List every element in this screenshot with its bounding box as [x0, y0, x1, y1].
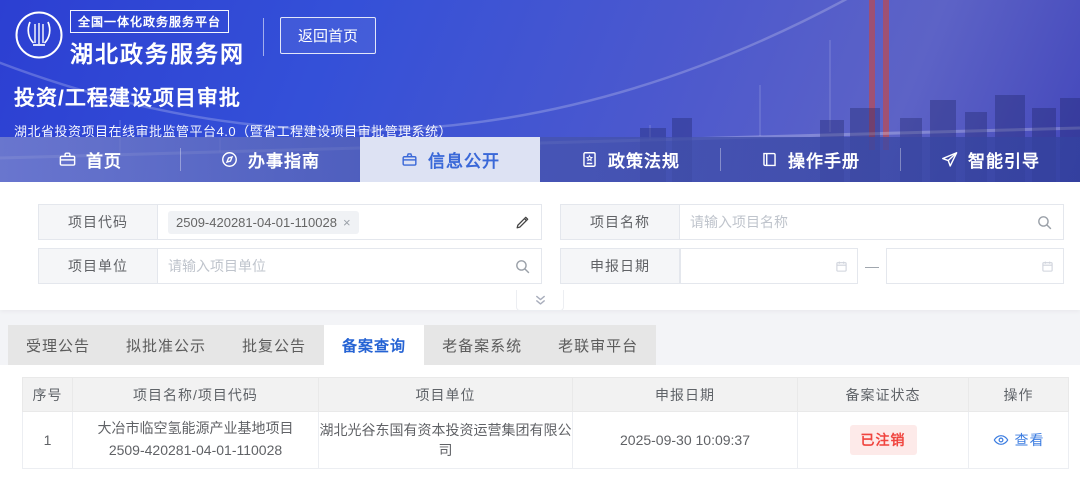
- date-range-separator: —: [865, 258, 879, 274]
- project-code-label: 项目代码: [38, 204, 158, 240]
- declare-date-end-input[interactable]: [886, 248, 1064, 284]
- nav-item-info-disclosure[interactable]: 信息公开: [360, 137, 540, 182]
- tab-record-query[interactable]: 备案查询: [324, 325, 425, 365]
- guide-icon: [222, 152, 237, 167]
- collapse-form-button[interactable]: [516, 290, 564, 311]
- project-code-text: 2509-420281-04-01-110028: [108, 442, 283, 458]
- col-declare-date: 申报日期: [572, 377, 798, 412]
- search-icon[interactable]: [1036, 214, 1053, 231]
- results-panel: 序号 项目名称/项目代码 项目单位 申报日期 备案证状态 操作 1 大冶市临空氢…: [0, 365, 1080, 486]
- eye-icon: [993, 434, 1008, 445]
- project-name-text: 大冶市临空氢能源产业基地项目: [97, 420, 294, 437]
- nav-item-home[interactable]: 首页: [0, 137, 180, 182]
- col-index: 序号: [22, 377, 73, 412]
- brand-divider: [263, 18, 264, 56]
- nav-label: 智能引导: [968, 152, 1040, 171]
- table-row: 1 大冶市临空氢能源产业基地项目 2509-420281-04-01-11002…: [22, 411, 1069, 469]
- status-badge: 已注销: [849, 425, 917, 455]
- cell-action: 查看: [968, 411, 1069, 469]
- tab-old-joint-review[interactable]: 老联审平台: [540, 325, 657, 365]
- nav-item-guide[interactable]: 办事指南: [180, 137, 360, 182]
- smart-guide-icon: [942, 152, 958, 167]
- search-icon[interactable]: [514, 258, 531, 275]
- declare-date-field: 申报日期 —: [560, 248, 1064, 284]
- col-project-name-code: 项目名称/项目代码: [72, 377, 319, 412]
- tab-old-record-system[interactable]: 老备案系统: [424, 325, 541, 365]
- declare-date-start-input[interactable]: [680, 248, 858, 284]
- calendar-icon: [1042, 261, 1053, 272]
- project-code-input[interactable]: 2509-420281-04-01-110028 ×: [158, 204, 542, 240]
- search-form: 项目代码 2509-420281-04-01-110028 × 项目名称 项目单…: [0, 182, 1080, 311]
- declare-date-label: 申报日期: [560, 248, 680, 284]
- view-link[interactable]: 查看: [993, 430, 1045, 450]
- cell-project-name-code: 大冶市临空氢能源产业基地项目 2509-420281-04-01-110028: [72, 411, 319, 469]
- project-name-label: 项目名称: [560, 204, 680, 240]
- project-code-tag: 2509-420281-04-01-110028 ×: [168, 210, 359, 234]
- cell-project-unit: 湖北光谷东国有资本投资运营集团有限公司: [318, 411, 573, 469]
- col-project-unit: 项目单位: [318, 377, 573, 412]
- calendar-icon: [836, 261, 847, 272]
- record-tabs: 受理公告 拟批准公示 批复公告 备案查询 老备案系统 老联审平台: [0, 325, 1080, 365]
- nav-item-smart-guide[interactable]: 智能引导: [900, 137, 1080, 182]
- nav-label: 首页: [86, 152, 122, 171]
- project-unit-field: 项目单位: [38, 248, 542, 284]
- nav-item-manual[interactable]: 操作手册: [720, 137, 900, 182]
- project-unit-input[interactable]: [168, 258, 514, 274]
- brand-text: 全国一体化政务服务平台 湖北政务服务网: [70, 10, 245, 69]
- platform-badge: 全国一体化政务服务平台: [70, 10, 230, 33]
- col-record-status: 备案证状态: [797, 377, 969, 412]
- site-logo: [14, 10, 64, 60]
- site-header: 全国一体化政务服务平台 湖北政务服务网 返回首页 投资/工程建设项目审批 湖北省…: [0, 0, 1080, 182]
- brand-row: 全国一体化政务服务平台 湖北政务服务网 返回首页: [14, 10, 1080, 69]
- info-disclosure-icon: [402, 153, 417, 166]
- nav-label: 信息公开: [428, 152, 500, 171]
- main-nav: 首页 办事指南 信息公开 政策法规 操作手册 智能引导: [0, 137, 1080, 182]
- cell-declare-date: 2025-09-30 10:09:37: [572, 411, 798, 469]
- tab-acceptance-notice[interactable]: 受理公告: [8, 325, 109, 365]
- project-code-field: 项目代码 2509-420281-04-01-110028 ×: [38, 204, 542, 240]
- col-action: 操作: [968, 377, 1069, 412]
- page-title: 投资/工程建设项目审批: [14, 87, 241, 110]
- home-icon: [59, 152, 76, 166]
- project-name-input[interactable]: [690, 214, 1036, 230]
- nav-label: 政策法规: [608, 152, 680, 171]
- edit-pencil-icon[interactable]: [514, 214, 531, 231]
- tab-proposed-approval[interactable]: 拟批准公示: [108, 325, 225, 365]
- table-header-row: 序号 项目名称/项目代码 项目单位 申报日期 备案证状态 操作: [22, 377, 1069, 412]
- back-home-button[interactable]: 返回首页: [280, 17, 377, 54]
- nav-label: 操作手册: [788, 152, 860, 171]
- nav-label: 办事指南: [248, 152, 320, 171]
- results-table: 序号 项目名称/项目代码 项目单位 申报日期 备案证状态 操作 1 大冶市临空氢…: [22, 377, 1069, 469]
- cell-index: 1: [22, 411, 73, 469]
- tag-remove-icon[interactable]: ×: [343, 216, 351, 229]
- project-unit-label: 项目单位: [38, 248, 158, 284]
- double-chevron-down-icon: [535, 295, 545, 305]
- project-name-field: 项目名称: [560, 204, 1064, 240]
- manual-icon: [763, 152, 776, 167]
- site-name: 湖北政务服务网: [70, 41, 245, 67]
- tab-approval-notice[interactable]: 批复公告: [224, 325, 325, 365]
- policy-icon: [583, 152, 596, 167]
- cell-record-status: 已注销: [797, 411, 969, 469]
- nav-item-policy[interactable]: 政策法规: [540, 137, 720, 182]
